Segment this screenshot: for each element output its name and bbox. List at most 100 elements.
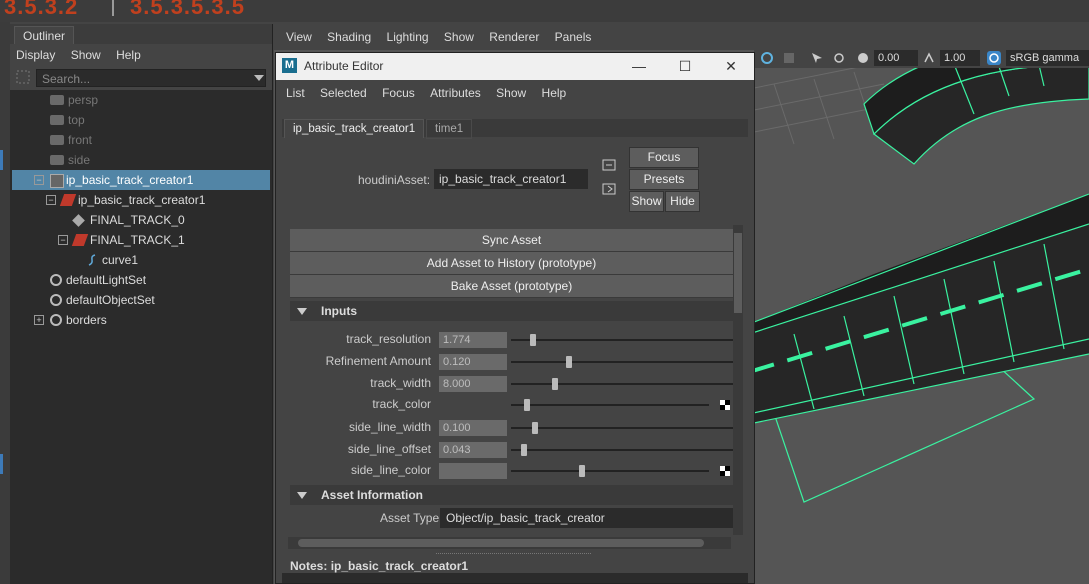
scrollbar-thumb[interactable] — [298, 539, 704, 547]
gamma-field[interactable]: 1.00 — [940, 50, 980, 66]
sync-asset-button[interactable]: Sync Asset — [290, 229, 733, 252]
outliner-item-borders[interactable]: + borders — [12, 310, 270, 330]
outliner-menu-show[interactable]: Show — [65, 44, 107, 66]
asset-type-label: Asset Type — [380, 511, 440, 525]
filter-icon[interactable] — [16, 70, 30, 84]
slider-track[interactable] — [511, 339, 733, 341]
outliner-item-final-track-1[interactable]: − FINAL_TRACK_1 — [12, 230, 270, 250]
collapse-icon[interactable]: − — [46, 195, 56, 205]
slider-track[interactable] — [511, 383, 733, 385]
asset-icon — [50, 174, 64, 188]
attribute-row-track_resolution: track_resolution 1.774 — [290, 330, 733, 350]
ae-menu-selected[interactable]: Selected — [314, 80, 373, 106]
asset-information-section-header[interactable]: Asset Information — [290, 485, 733, 505]
xray-icon[interactable] — [832, 51, 846, 65]
focus-button[interactable]: Focus — [629, 147, 699, 168]
outliner-item-curve1[interactable]: curve1 — [12, 250, 270, 270]
isolate-icon[interactable] — [782, 51, 796, 65]
attribute-value-field[interactable]: 0.100 — [439, 420, 507, 436]
viewport-menu-renderer[interactable]: Renderer — [483, 24, 545, 50]
bake-asset-button[interactable]: Bake Asset (prototype) — [290, 275, 733, 298]
viewport-menu-show[interactable]: Show — [438, 24, 480, 50]
grid-icon[interactable] — [760, 51, 774, 65]
outliner-item-front[interactable]: front — [12, 130, 270, 150]
attribute-value-field[interactable]: 0.043 — [439, 442, 507, 458]
outliner-menu-help[interactable]: Help — [110, 44, 147, 66]
outliner-search-input[interactable]: Search... — [36, 69, 266, 87]
outliner-tab[interactable]: Outliner — [14, 26, 75, 45]
show-button[interactable]: Show — [629, 191, 664, 212]
close-button[interactable]: ✕ — [708, 53, 754, 80]
select-icon[interactable] — [810, 51, 824, 65]
minimize-button[interactable]: — — [616, 53, 662, 80]
viewport-toolbar: 0.00 1.00 sRGB gamma — [754, 48, 1089, 68]
viewport-menu-panels[interactable]: Panels — [549, 24, 598, 50]
expand-icon[interactable]: + — [34, 315, 44, 325]
slider-handle[interactable] — [579, 465, 586, 477]
horizontal-scrollbar[interactable] — [288, 537, 731, 549]
outliner-item-asset-child[interactable]: − ip_basic_track_creator1 — [12, 190, 270, 210]
attribute-value-field[interactable]: 8.000 — [439, 376, 507, 392]
outliner-item-asset[interactable]: − ip_basic_track_creator1 — [12, 170, 270, 190]
color-swatch[interactable] — [439, 397, 507, 413]
inputs-section-header[interactable]: Inputs — [290, 301, 733, 321]
slider-track[interactable] — [511, 427, 733, 429]
ae-menu-focus[interactable]: Focus — [376, 80, 421, 106]
color-space-field[interactable]: sRGB gamma — [1006, 50, 1089, 66]
attribute-label: track_color — [372, 397, 431, 411]
color-picker-icon[interactable] — [720, 400, 730, 410]
add-asset-to-history-button[interactable]: Add Asset to History (prototype) — [290, 252, 733, 275]
vertical-scrollbar[interactable] — [733, 225, 743, 535]
slider-handle[interactable] — [565, 356, 572, 368]
scrollbar-thumb[interactable] — [734, 233, 742, 313]
ae-menu-list[interactable]: List — [280, 80, 311, 106]
splitter-handle[interactable] — [436, 553, 591, 555]
outliner-item-default-object-set[interactable]: defaultObjectSet — [12, 290, 270, 310]
presets-button[interactable]: Presets — [629, 169, 699, 190]
tab-ip-basic-track-creator1[interactable]: ip_basic_track_creator1 — [284, 119, 425, 138]
maximize-button[interactable]: ☐ — [662, 53, 708, 80]
hide-button[interactable]: Hide — [665, 191, 700, 212]
attribute-editor-titlebar[interactable]: M Attribute Editor — ☐ ✕ — [276, 53, 754, 80]
color-swatch[interactable] — [439, 463, 507, 479]
slider-handle[interactable] — [530, 334, 537, 346]
ae-menu-help[interactable]: Help — [536, 80, 573, 106]
outliner-item-side[interactable]: side — [12, 150, 270, 170]
attribute-label: side_line_width — [348, 420, 431, 434]
camera-icon — [50, 135, 64, 145]
outliner-item-final-track-0[interactable]: FINAL_TRACK_0 — [12, 210, 270, 230]
slider-handle[interactable] — [521, 444, 528, 456]
outliner-item-default-light-set[interactable]: defaultLightSet — [12, 270, 270, 290]
attribute-value-field[interactable]: 0.120 — [439, 354, 507, 370]
ae-menu-show[interactable]: Show — [490, 80, 532, 106]
slider-handle[interactable] — [532, 422, 539, 434]
outliner-item-top[interactable]: top — [12, 110, 270, 130]
slider-track[interactable] — [511, 404, 709, 406]
outliner-menu-display[interactable]: Display — [10, 44, 61, 66]
load-asset-icon[interactable] — [602, 159, 616, 171]
color-management-icon[interactable] — [986, 50, 1002, 66]
open-asset-icon[interactable] — [602, 183, 616, 195]
slider-handle[interactable] — [552, 378, 559, 390]
collapse-icon[interactable]: − — [58, 235, 68, 245]
window-title: Attribute Editor — [304, 59, 384, 73]
tab-time1[interactable]: time1 — [426, 119, 473, 139]
slider-handle[interactable] — [523, 399, 530, 411]
slider-track[interactable] — [511, 449, 733, 451]
exposure-field[interactable]: 0.00 — [874, 50, 918, 66]
houdini-asset-field[interactable]: ip_basic_track_creator1 — [434, 169, 588, 189]
viewport-menu-view[interactable]: View — [280, 24, 318, 50]
ae-menu-attributes[interactable]: Attributes — [424, 80, 487, 106]
viewport-menu-shading[interactable]: Shading — [321, 24, 377, 50]
chevron-down-icon[interactable] — [254, 75, 264, 81]
outliner-item-persp[interactable]: persp — [12, 90, 270, 110]
color-picker-icon[interactable] — [720, 466, 730, 476]
slider-track[interactable] — [511, 361, 733, 363]
collapse-icon[interactable]: − — [34, 175, 44, 185]
notes-text-area[interactable] — [282, 573, 748, 583]
gamma-icon[interactable] — [922, 51, 936, 65]
attribute-value-field[interactable]: 1.774 — [439, 332, 507, 348]
slider-track[interactable] — [511, 470, 709, 472]
exposure-icon[interactable] — [856, 51, 870, 65]
viewport-menu-lighting[interactable]: Lighting — [381, 24, 435, 50]
